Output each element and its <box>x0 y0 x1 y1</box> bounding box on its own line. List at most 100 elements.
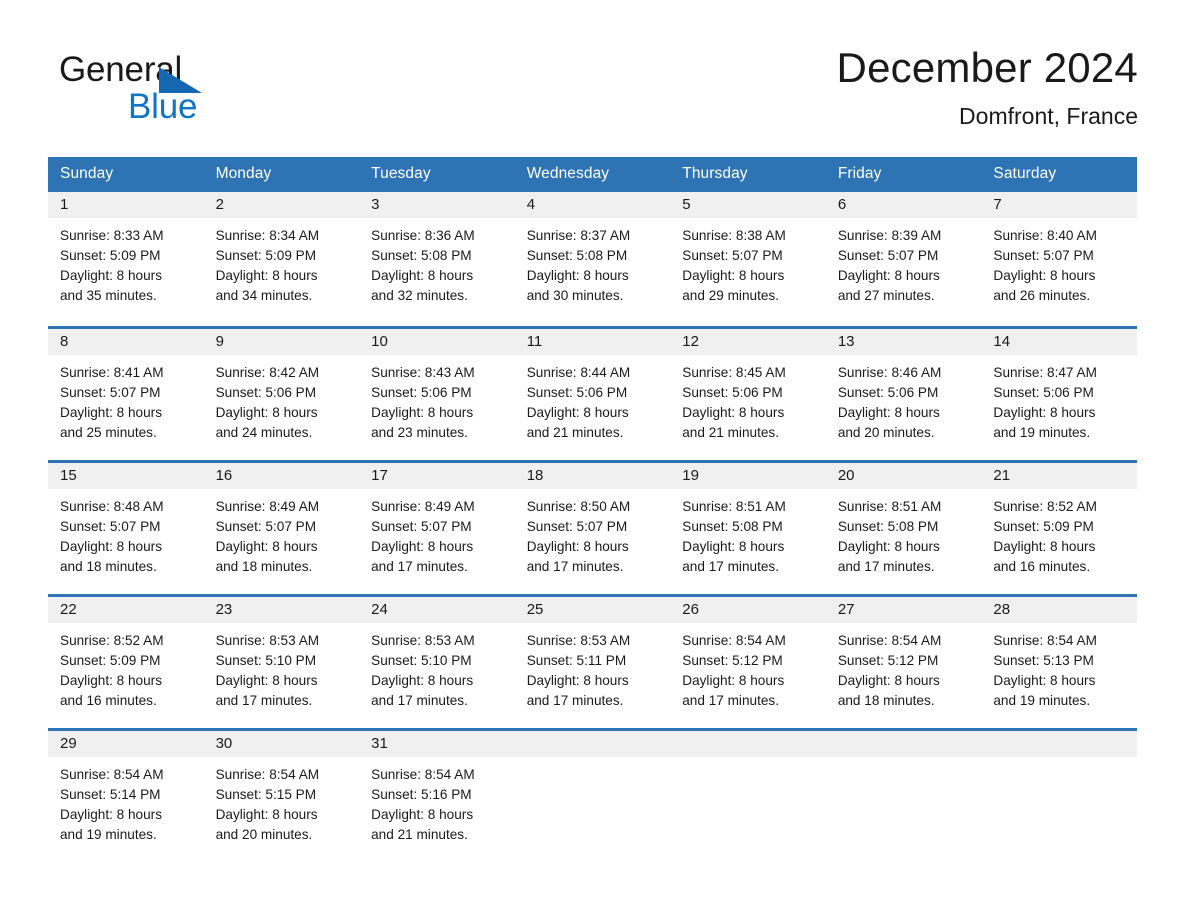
daylight-text-line2: and 18 minutes. <box>837 693 935 708</box>
daylight-text-line2: and 16 minutes. <box>993 559 1091 574</box>
daylight-text-line1: Daylight: 8 hours <box>526 268 629 283</box>
day-number: 16 <box>203 463 360 489</box>
day-cell[interactable]: 29 Sunrise: 8:54 AM Sunset: 5:14 PM Dayligh… <box>48 728 204 862</box>
day-number: 8 <box>48 329 204 355</box>
daylight-text-line1: Daylight: 8 hours <box>682 539 785 554</box>
sunrise-text: Sunrise: 8:53 AM <box>371 633 475 648</box>
logo-text-blue: Blue <box>128 87 198 126</box>
sunrise-text: Sunrise: 8:52 AM <box>993 499 1097 514</box>
day-cell[interactable]: 12 Sunrise: 8:45 AM Sunset: 5:06 PM Dayligh… <box>670 326 826 460</box>
daylight-text-line1: Daylight: 8 hours <box>371 268 474 283</box>
calendar-week-row: 15 Sunrise: 8:48 AM Sunset: 5:07 PM Dayligh… <box>48 460 1137 594</box>
day-cell-empty <box>981 728 1137 862</box>
day-cell[interactable]: 5 Sunrise: 8:38 AM Sunset: 5:07 PM Daylight… <box>670 192 826 326</box>
sunset-text: Sunset: 5:10 PM <box>215 653 317 668</box>
daylight-text-line2: and 17 minutes. <box>682 693 779 708</box>
day-number: 28 <box>981 597 1137 623</box>
day-cell[interactable]: 1 Sunrise: 8:33 AM Sunset: 5:09 PM Daylight… <box>48 192 204 326</box>
sunset-text: Sunset: 5:06 PM <box>371 385 472 400</box>
daylight-text-line2: and 35 minutes. <box>60 288 157 303</box>
day-cell[interactable]: 16 Sunrise: 8:49 AM Sunset: 5:07 PM Dayligh… <box>203 460 360 594</box>
daylight-text-line2: and 17 minutes. <box>371 693 468 708</box>
day-number: 11 <box>514 329 671 355</box>
sunrise-text: Sunrise: 8:34 AM <box>215 228 320 243</box>
day-cell[interactable]: 28 Sunrise: 8:54 AM Sunset: 5:13 PM Dayligh… <box>981 594 1137 728</box>
day-cell[interactable]: 13 Sunrise: 8:46 AM Sunset: 5:06 PM Dayligh… <box>825 326 982 460</box>
day-cell[interactable]: 6 Sunrise: 8:39 AM Sunset: 5:07 PM Daylight… <box>825 192 982 326</box>
daylight-text-line2: and 17 minutes. <box>837 559 935 574</box>
daylight-text-line2: and 17 minutes. <box>526 559 624 574</box>
sunset-text: Sunset: 5:07 PM <box>215 519 317 534</box>
sunset-text: Sunset: 5:08 PM <box>371 248 472 263</box>
day-cell[interactable]: 31 Sunrise: 8:54 AM Sunset: 5:16 PM Dayligh… <box>359 728 515 862</box>
day-cell[interactable]: 2 Sunrise: 8:34 AM Sunset: 5:09 PM Daylight… <box>203 192 360 326</box>
day-number: 9 <box>203 329 360 355</box>
sunrise-text: Sunrise: 8:49 AM <box>215 499 320 514</box>
day-cell[interactable]: 9 Sunrise: 8:42 AM Sunset: 5:06 PM Daylight… <box>203 326 360 460</box>
title-block: December 2024 Domfront, France <box>837 42 1138 131</box>
day-number: 7 <box>981 192 1137 218</box>
day-number: 20 <box>825 463 982 489</box>
day-cell[interactable]: 22 Sunrise: 8:52 AM Sunset: 5:09 PM Dayligh… <box>48 594 204 728</box>
sunset-text: Sunset: 5:10 PM <box>371 653 472 668</box>
calendar-week-row: 1 Sunrise: 8:33 AM Sunset: 5:09 PM Daylight… <box>48 192 1137 326</box>
weekday-header-tuesday: Tuesday <box>359 157 515 192</box>
day-cell[interactable]: 20 Sunrise: 8:51 AM Sunset: 5:08 PM Dayligh… <box>825 460 982 594</box>
sunset-text: Sunset: 5:12 PM <box>682 653 783 668</box>
daylight-text-line1: Daylight: 8 hours <box>215 405 318 420</box>
day-cell[interactable]: 18 Sunrise: 8:50 AM Sunset: 5:07 PM Dayligh… <box>514 460 671 594</box>
day-cell[interactable]: 15 Sunrise: 8:48 AM Sunset: 5:07 PM Dayligh… <box>48 460 204 594</box>
sunset-text: Sunset: 5:12 PM <box>837 653 939 668</box>
sunrise-text: Sunrise: 8:51 AM <box>837 499 942 514</box>
daylight-text-line1: Daylight: 8 hours <box>682 268 785 283</box>
daylight-text-line1: Daylight: 8 hours <box>993 539 1096 554</box>
sunset-text: Sunset: 5:08 PM <box>682 519 783 534</box>
day-cell[interactable]: 8 Sunrise: 8:41 AM Sunset: 5:07 PM Daylight… <box>48 326 204 460</box>
daylight-text-line1: Daylight: 8 hours <box>215 539 318 554</box>
daylight-text-line1: Daylight: 8 hours <box>371 673 474 688</box>
sunrise-text: Sunrise: 8:37 AM <box>526 228 631 243</box>
sunrise-text: Sunrise: 8:47 AM <box>993 365 1097 380</box>
daylight-text-line1: Daylight: 8 hours <box>682 673 785 688</box>
day-cell[interactable]: 11 Sunrise: 8:44 AM Sunset: 5:06 PM Dayligh… <box>514 326 671 460</box>
sunset-text: Sunset: 5:06 PM <box>993 385 1094 400</box>
sunset-text: Sunset: 5:09 PM <box>60 248 161 263</box>
day-cell[interactable]: 14 Sunrise: 8:47 AM Sunset: 5:06 PM Dayligh… <box>981 326 1137 460</box>
daylight-text-line2: and 27 minutes. <box>837 288 935 303</box>
daylight-text-line1: Daylight: 8 hours <box>682 405 785 420</box>
day-cell[interactable]: 19 Sunrise: 8:51 AM Sunset: 5:08 PM Dayligh… <box>670 460 826 594</box>
daylight-text-line1: Daylight: 8 hours <box>837 268 940 283</box>
daylight-text-line2: and 19 minutes. <box>993 693 1091 708</box>
daylight-text-line1: Daylight: 8 hours <box>60 807 163 822</box>
day-cell[interactable]: 27 Sunrise: 8:54 AM Sunset: 5:12 PM Dayligh… <box>825 594 982 728</box>
sunset-text: Sunset: 5:14 PM <box>60 787 161 802</box>
day-cell[interactable]: 4 Sunrise: 8:37 AM Sunset: 5:08 PM Daylight… <box>514 192 671 326</box>
day-cell[interactable]: 24 Sunrise: 8:53 AM Sunset: 5:10 PM Dayligh… <box>359 594 515 728</box>
sunset-text: Sunset: 5:11 PM <box>526 653 627 668</box>
day-cell[interactable]: 26 Sunrise: 8:54 AM Sunset: 5:12 PM Dayligh… <box>670 594 826 728</box>
daylight-text-line2: and 21 minutes. <box>526 425 624 440</box>
weekday-header-thursday: Thursday <box>670 157 826 192</box>
day-cell[interactable]: 25 Sunrise: 8:53 AM Sunset: 5:11 PM Dayligh… <box>514 594 671 728</box>
day-cell[interactable]: 30 Sunrise: 8:54 AM Sunset: 5:15 PM Dayligh… <box>203 728 360 862</box>
weekday-header-sunday: Sunday <box>48 157 204 192</box>
daylight-text-line1: Daylight: 8 hours <box>837 673 940 688</box>
daylight-text-line1: Daylight: 8 hours <box>526 405 629 420</box>
daylight-text-line2: and 17 minutes. <box>215 693 313 708</box>
page-subtitle: Domfront, France <box>959 103 1138 129</box>
sunset-text: Sunset: 5:07 PM <box>993 248 1094 263</box>
day-number <box>514 731 671 757</box>
sunrise-text: Sunrise: 8:46 AM <box>837 365 942 380</box>
daylight-text-line1: Daylight: 8 hours <box>371 405 474 420</box>
day-cell[interactable]: 10 Sunrise: 8:43 AM Sunset: 5:06 PM Dayligh… <box>359 326 515 460</box>
day-cell[interactable]: 23 Sunrise: 8:53 AM Sunset: 5:10 PM Dayligh… <box>203 594 360 728</box>
sunrise-text: Sunrise: 8:53 AM <box>215 633 320 648</box>
day-cell[interactable]: 21 Sunrise: 8:52 AM Sunset: 5:09 PM Dayligh… <box>981 460 1137 594</box>
day-cell[interactable]: 7 Sunrise: 8:40 AM Sunset: 5:07 PM Daylight… <box>981 192 1137 326</box>
day-cell[interactable]: 3 Sunrise: 8:36 AM Sunset: 5:08 PM Daylight… <box>359 192 515 326</box>
day-number: 1 <box>48 192 204 218</box>
day-number: 15 <box>48 463 204 489</box>
day-cell[interactable]: 17 Sunrise: 8:49 AM Sunset: 5:07 PM Dayligh… <box>359 460 515 594</box>
day-number: 12 <box>670 329 826 355</box>
sunrise-text: Sunrise: 8:42 AM <box>215 365 320 380</box>
